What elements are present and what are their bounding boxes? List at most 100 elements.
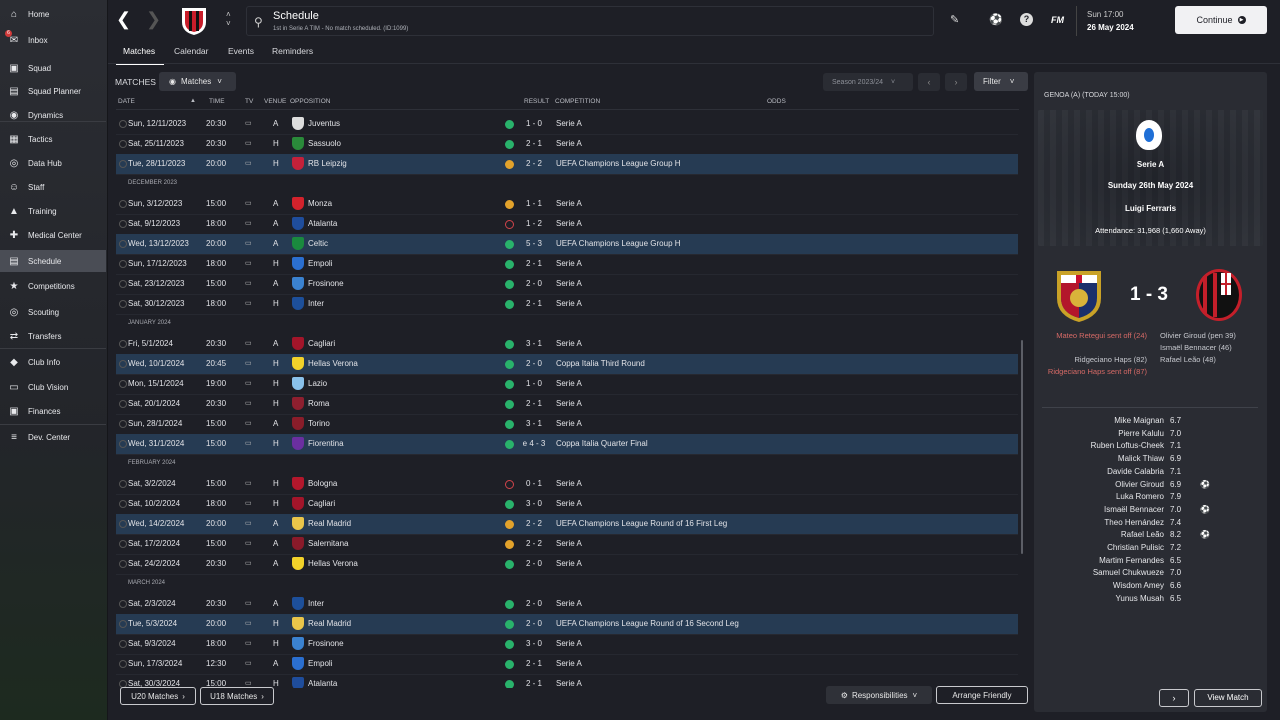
table-row[interactable]: Sun, 17/12/2023 18:00 ▭ H Empoli 2 - 1 Serie A bbox=[116, 254, 1018, 274]
table-row[interactable]: Sat, 24/2/2024 20:30 ▭ A Hellas Verona 2 - 0 S… bbox=[116, 554, 1018, 574]
table-row[interactable]: Wed, 14/2/2024 20:00 ▭ A Real Madrid 2 - 2 UEF… bbox=[116, 514, 1018, 534]
forward-arrow-icon[interactable]: ❯ bbox=[146, 9, 161, 30]
col-tv[interactable]: TV bbox=[245, 98, 253, 105]
scrollbar[interactable] bbox=[1021, 340, 1023, 554]
milan-crest-icon[interactable] bbox=[1194, 268, 1244, 322]
prev-page-button[interactable]: ‹ bbox=[918, 73, 940, 91]
table-row[interactable]: Sat, 3/2/2024 15:00 ▭ H Bologna 0 - 1 Serie A bbox=[116, 474, 1018, 494]
table-row[interactable]: Sat, 9/3/2024 18:00 ▭ H Frosinone 3 - 0 Serie … bbox=[116, 634, 1018, 654]
table-row[interactable]: Sat, 10/2/2024 18:00 ▭ H Cagliari 3 - 0 Serie … bbox=[116, 494, 1018, 514]
club-crest-icon[interactable] bbox=[180, 6, 208, 36]
table-row[interactable]: Fri, 5/1/2024 20:30 ▭ A Cagliari 3 - 1 Serie A bbox=[116, 334, 1018, 354]
col-opposition[interactable]: OPPOSITION bbox=[290, 98, 330, 105]
player-name[interactable]: Malick Thiaw bbox=[1064, 454, 1164, 463]
table-row[interactable]: Sat, 2/3/2024 20:30 ▭ A Inter 2 - 0 Serie A bbox=[116, 594, 1018, 614]
player-name[interactable]: Mike Maignan bbox=[1064, 416, 1164, 425]
continue-button[interactable]: Continue ▶ bbox=[1175, 6, 1267, 34]
col-result[interactable]: RESULT bbox=[524, 98, 549, 105]
opponent-name[interactable]: Empoli bbox=[308, 259, 332, 268]
opponent-name[interactable]: Inter bbox=[308, 299, 324, 308]
table-row[interactable]: Wed, 10/1/2024 20:45 ▭ H Hellas Verona 2 - 0 C… bbox=[116, 354, 1018, 374]
sidebar-item-squad[interactable]: ▣ Squad bbox=[0, 57, 106, 79]
sidebar-item-squad-planner[interactable]: ▤ Squad Planner bbox=[0, 80, 106, 102]
opponent-name[interactable]: Torino bbox=[308, 419, 330, 428]
edit-icon[interactable]: ✎ bbox=[950, 13, 959, 26]
sidebar-item-finances[interactable]: ▣ Finances bbox=[0, 400, 106, 422]
sidebar-item-tactics[interactable]: ▦ Tactics bbox=[0, 128, 106, 150]
sidebar-item-competitions[interactable]: ★ Competitions bbox=[0, 275, 106, 297]
genoa-crest-icon[interactable] bbox=[1054, 268, 1104, 324]
opponent-name[interactable]: Bologna bbox=[308, 479, 337, 488]
sidebar-item-transfers[interactable]: ⇄ Transfers bbox=[0, 325, 106, 347]
tab-events[interactable]: Events bbox=[228, 46, 254, 56]
tab-calendar[interactable]: Calendar bbox=[174, 46, 209, 56]
matches-dropdown[interactable]: ◉ Matches ˅ bbox=[159, 72, 236, 91]
table-row[interactable]: Sat, 23/12/2023 15:00 ▭ A Frosinone 2 - 0 Seri… bbox=[116, 274, 1018, 294]
col-odds[interactable]: ODDS bbox=[767, 98, 786, 105]
back-arrow-icon[interactable]: ❮ bbox=[116, 9, 131, 30]
table-row[interactable]: Mon, 15/1/2024 19:00 ▭ H Lazio 1 - 0 Serie A bbox=[116, 374, 1018, 394]
player-name[interactable]: Christian Pulisic bbox=[1064, 543, 1164, 552]
player-name[interactable]: Wisdom Amey bbox=[1064, 581, 1164, 590]
opponent-name[interactable]: Frosinone bbox=[308, 639, 344, 648]
sidebar-item-dev-center[interactable]: ≡ Dev. Center bbox=[0, 426, 106, 448]
table-row[interactable]: Sun, 3/12/2023 15:00 ▭ A Monza 1 - 1 Serie A bbox=[116, 194, 1018, 214]
u18-matches-button[interactable]: U18 Matches › bbox=[200, 687, 274, 705]
opponent-name[interactable]: Inter bbox=[308, 599, 324, 608]
opponent-name[interactable]: RB Leipzig bbox=[308, 159, 347, 168]
player-name[interactable]: Martim Fernandes bbox=[1064, 556, 1164, 565]
opponent-name[interactable]: Fiorentina bbox=[308, 439, 344, 448]
table-row[interactable]: Sat, 17/2/2024 15:00 ▭ A Salernitana 2 - 2 Ser… bbox=[116, 534, 1018, 554]
sidebar-item-medical-center[interactable]: ✚ Medical Center bbox=[0, 224, 106, 246]
table-row[interactable]: Wed, 13/12/2023 20:00 ▭ A Celtic 5 - 3 UEFA Ch… bbox=[116, 234, 1018, 254]
filter-button[interactable]: Filter ˅ bbox=[974, 72, 1028, 91]
col-venue[interactable]: VENUE bbox=[264, 98, 286, 105]
tab-reminders[interactable]: Reminders bbox=[272, 46, 313, 56]
view-match-button[interactable]: View Match bbox=[1194, 689, 1262, 707]
player-name[interactable]: Davide Calabria bbox=[1064, 467, 1164, 476]
season-dropdown[interactable]: Season 2023/24 ˅ bbox=[823, 73, 913, 91]
table-row[interactable]: Sat, 25/11/2023 20:30 ▭ H Sassuolo 2 - 1 Serie… bbox=[116, 134, 1018, 154]
opponent-name[interactable]: Celtic bbox=[308, 239, 328, 248]
help-icon[interactable]: ? bbox=[1020, 13, 1033, 26]
sidebar-item-dynamics[interactable]: ◉ Dynamics bbox=[0, 104, 106, 126]
opponent-name[interactable]: Lazio bbox=[308, 379, 327, 388]
sidebar-item-home[interactable]: ⌂ Home bbox=[0, 3, 106, 25]
next-match-button[interactable]: › bbox=[1159, 689, 1189, 707]
player-name[interactable]: Yunus Musah bbox=[1064, 594, 1164, 603]
opponent-name[interactable]: Hellas Verona bbox=[308, 559, 358, 568]
col-date[interactable]: DATE bbox=[118, 98, 135, 105]
sidebar-item-scouting[interactable]: ◎ Scouting bbox=[0, 301, 106, 323]
table-row[interactable]: Sat, 9/12/2023 18:00 ▭ A Atalanta 1 - 2 Serie … bbox=[116, 214, 1018, 234]
opponent-name[interactable]: Cagliari bbox=[308, 499, 335, 508]
fm-logo[interactable]: FM bbox=[1051, 15, 1064, 25]
player-name[interactable]: Samuel Chukwueze bbox=[1064, 568, 1164, 577]
player-name[interactable]: Olivier Giroud bbox=[1064, 480, 1164, 489]
ball-icon[interactable]: ⚽ bbox=[989, 13, 1003, 26]
opponent-name[interactable]: Roma bbox=[308, 399, 329, 408]
player-name[interactable]: Theo Hernández bbox=[1064, 518, 1164, 527]
player-name[interactable]: Luka Romero bbox=[1064, 492, 1164, 501]
sidebar-item-club-vision[interactable]: ▭ Club Vision bbox=[0, 376, 106, 398]
opponent-name[interactable]: Atalanta bbox=[308, 679, 337, 688]
player-name[interactable]: Pierre Kalulu bbox=[1064, 429, 1164, 438]
table-row[interactable]: Sat, 20/1/2024 20:30 ▭ H Roma 2 - 1 Serie A bbox=[116, 394, 1018, 414]
sidebar-item-inbox[interactable]: ✉ Inbox bbox=[0, 29, 106, 51]
arrange-friendly-button[interactable]: Arrange Friendly bbox=[936, 686, 1028, 704]
opponent-name[interactable]: Monza bbox=[308, 199, 332, 208]
table-row[interactable]: Tue, 28/11/2023 20:00 ▭ H RB Leipzig 2 - 2 UEF… bbox=[116, 154, 1018, 174]
player-name[interactable]: Rafael Leão bbox=[1064, 530, 1164, 539]
opponent-name[interactable]: Cagliari bbox=[308, 339, 335, 348]
player-name[interactable]: Ismaël Bennacer bbox=[1064, 505, 1164, 514]
table-row[interactable]: Tue, 5/3/2024 20:00 ▭ H Real Madrid 2 - 0 UEFA… bbox=[116, 614, 1018, 634]
table-row[interactable]: Sun, 12/11/2023 20:30 ▭ A Juventus 1 - 0 Serie… bbox=[116, 114, 1018, 134]
opponent-name[interactable]: Real Madrid bbox=[308, 519, 351, 528]
sidebar-item-schedule[interactable]: ▤ Schedule bbox=[0, 250, 106, 272]
responsibilities-button[interactable]: ⚙ Responsibilities ˅ bbox=[826, 686, 932, 704]
sidebar-item-data-hub[interactable]: ◎ Data Hub bbox=[0, 152, 106, 174]
opponent-name[interactable]: Sassuolo bbox=[308, 139, 341, 148]
opponent-name[interactable]: Real Madrid bbox=[308, 619, 351, 628]
opponent-name[interactable]: Juventus bbox=[308, 119, 340, 128]
player-name[interactable]: Ruben Loftus-Cheek bbox=[1064, 441, 1164, 450]
sidebar-item-club-info[interactable]: ◆ Club Info bbox=[0, 351, 106, 373]
